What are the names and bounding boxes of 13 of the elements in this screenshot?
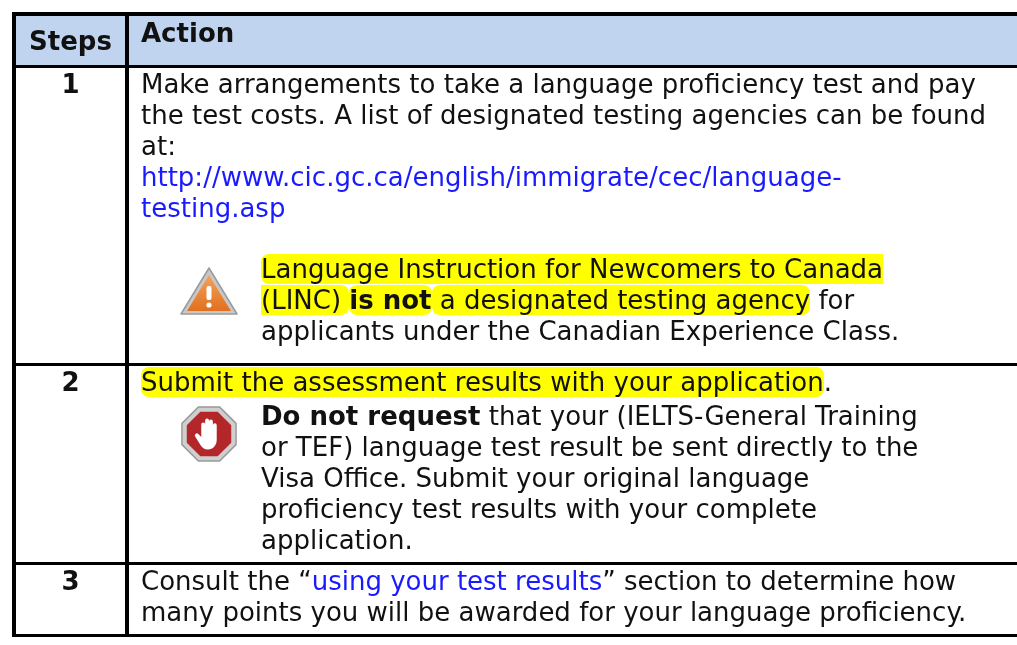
step-number: 1: [14, 66, 127, 365]
step-number: 2: [14, 364, 127, 564]
note-text: Do not request that your (IELTS-General Training or TEF) language test result be sent directly to the Visa Office. Submit your original language proficiency test results with your complete application.: [261, 401, 920, 556]
stop-hand-icon: [179, 405, 239, 463]
text-link[interactable]: using your test results: [311, 566, 603, 596]
action-text: Submit the assessment results with your application.: [141, 367, 833, 398]
action-text: Consult the “using your test results” section to determine how many points you will be awarded for your language proficiency.: [141, 566, 968, 628]
action-text: Make arrangements to take a language proficiency test and pay the test costs. A list of designated testing agencies can be found at:: [141, 69, 987, 162]
step-number: 3: [14, 563, 127, 636]
warning-icon: [179, 266, 239, 318]
url-link[interactable]: http://www.cic.gc.ca/english/immigrate/cec/language-testing.asp: [141, 162, 901, 224]
column-header: Steps: [14, 14, 127, 67]
column-header: Action: [127, 14, 1017, 67]
